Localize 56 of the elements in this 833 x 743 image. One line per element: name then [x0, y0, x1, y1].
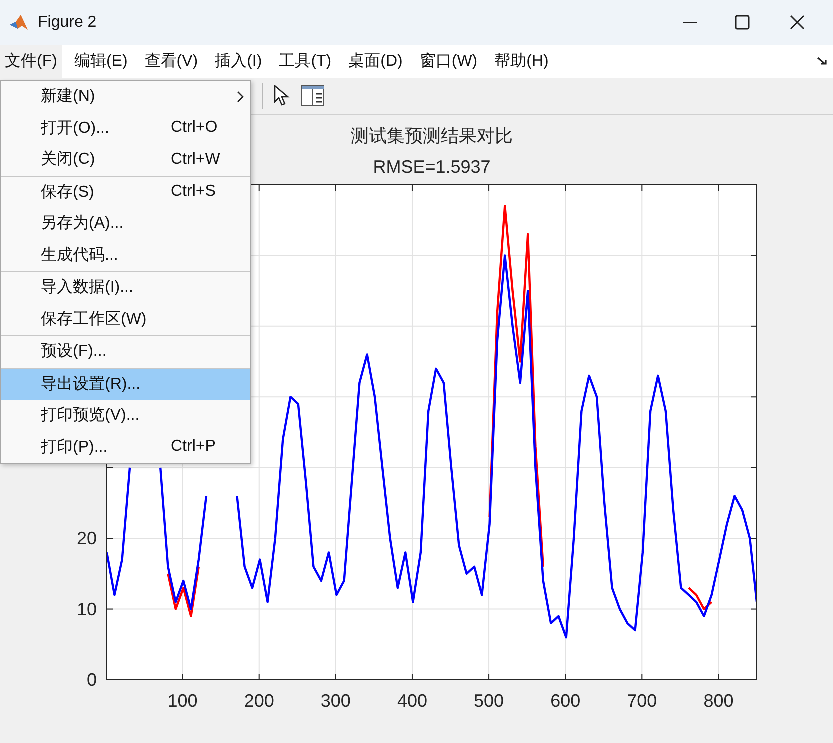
menu-item-label: 导入数据(I)... — [41, 278, 134, 298]
menu-item[interactable]: 导入数据(I)... — [1, 272, 250, 304]
menu-item[interactable]: 另存为(A)... — [1, 208, 250, 240]
dock-arrow-icon[interactable] — [817, 56, 829, 66]
menu-item-label: 导出设置(R)... — [41, 374, 142, 395]
shortcut-label: Ctrl+S — [171, 183, 216, 202]
menu-item-label: 另存为(A)... — [41, 214, 125, 234]
shortcut-label: Ctrl+W — [171, 150, 220, 169]
menu-bar-item[interactable]: 文件(F) — [0, 45, 62, 78]
menu-item[interactable]: 保存工作区(W) — [1, 304, 250, 335]
menu-item[interactable]: 打开(O)... Ctrl+O — [1, 112, 250, 144]
menu-item-label: 新建(N) — [41, 86, 96, 108]
menu-bar-item[interactable]: 编辑(E) — [69, 45, 133, 78]
close-icon — [790, 15, 804, 30]
maximize-icon — [734, 15, 750, 30]
x-tick-label: 800 — [704, 691, 734, 711]
menu-item-label: 预设(F)... — [41, 342, 108, 362]
x-tick-label: 500 — [474, 691, 504, 711]
menu-bar-item[interactable]: 查看(V) — [140, 45, 204, 78]
menu-bar-item[interactable]: 桌面(D) — [344, 45, 408, 78]
menu-item-label: 打印(P)... — [41, 438, 109, 458]
x-tick-label: 300 — [320, 691, 351, 711]
menu-item-label: 保存(S) — [41, 182, 96, 203]
menu-item[interactable]: 关闭(C) Ctrl+W — [1, 144, 250, 176]
menu-item[interactable]: 导出设置(R)... — [1, 368, 250, 400]
y-tick-label: 20 — [76, 528, 97, 549]
menu-item[interactable]: 预设(F)... — [1, 336, 250, 368]
menu-bar-item[interactable]: 插入(I) — [210, 45, 268, 78]
menu-item-label: 关闭(C) — [41, 150, 96, 170]
y-tick-label: 10 — [76, 599, 97, 620]
menu-item[interactable]: 保存(S) Ctrl+S — [1, 176, 250, 208]
menu-item-label: 打印预览(V)... — [41, 406, 141, 426]
menu-item[interactable]: 生成代码... — [1, 240, 250, 271]
menu-item[interactable]: 打印预览(V)... — [1, 400, 250, 432]
property-panel-icon[interactable] — [301, 85, 325, 107]
menu-item[interactable]: 新建(N) — [1, 81, 250, 112]
x-tick-label: 400 — [397, 691, 428, 711]
menu-item[interactable]: 打印(P)... Ctrl+P — [1, 432, 250, 463]
pointer-icon[interactable] — [273, 85, 291, 107]
minimize-icon — [683, 22, 697, 24]
app-logo-icon — [9, 12, 29, 32]
menu-item-label: 打开(O)... — [41, 118, 110, 139]
menu-item-label: 生成代码... — [41, 246, 120, 266]
x-tick-label: 600 — [550, 691, 581, 711]
menu-bar-item[interactable]: 工具(T) — [274, 45, 337, 78]
x-tick-label: 200 — [244, 691, 274, 711]
shortcut-label: Ctrl+O — [171, 119, 218, 138]
chart-title: 测试集预测结果对比 RMSE=1.5937 — [351, 125, 513, 179]
menu-bar-item[interactable]: 帮助(H) — [490, 45, 554, 78]
y-tick-label: 0 — [86, 670, 97, 690]
x-tick-label: 100 — [168, 691, 198, 711]
window-title: Figure 2 — [38, 14, 97, 32]
shortcut-label: Ctrl+P — [171, 438, 216, 456]
x-tick-label: 700 — [627, 691, 658, 711]
menu-item-label: 保存工作区(W) — [41, 310, 148, 330]
menu-bar-item[interactable]: 窗口(W) — [414, 45, 483, 78]
